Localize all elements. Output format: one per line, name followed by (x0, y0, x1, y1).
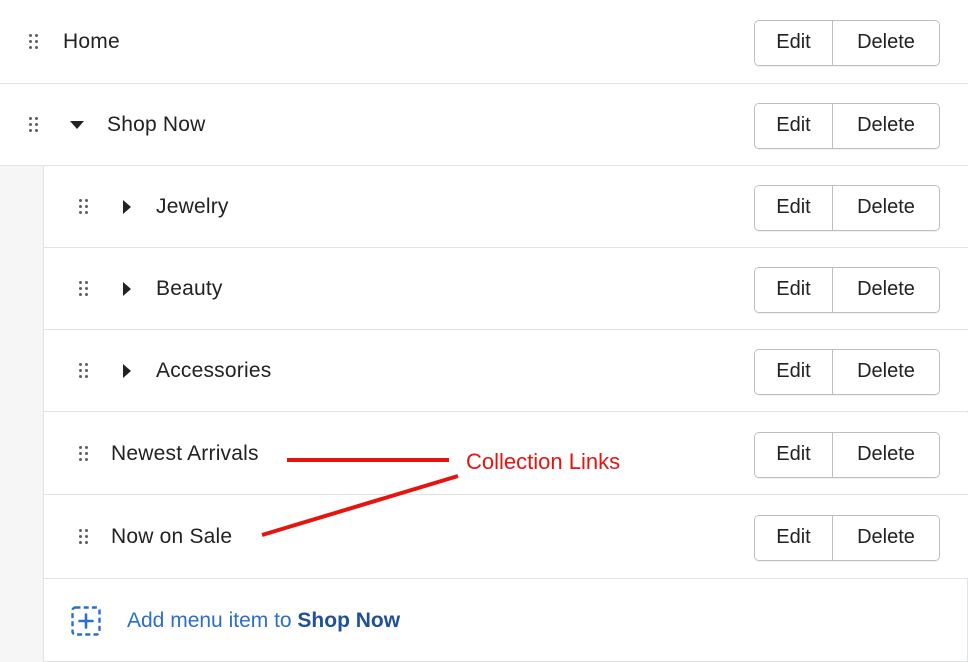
delete-button[interactable]: Delete (833, 103, 939, 148)
menu-item-now-on-sale: Now on Sale Edit Delete (44, 495, 968, 579)
delete-button[interactable]: Delete (833, 185, 939, 230)
edit-button[interactable]: Edit (755, 267, 833, 312)
caret-right-icon[interactable] (120, 363, 134, 378)
edit-button[interactable]: Edit (755, 20, 833, 65)
add-menu-item-prefix: Add menu item to (127, 609, 298, 632)
item-actions: Edit Delete (754, 102, 940, 149)
drag-handle-icon[interactable] (79, 280, 89, 297)
menu-item-label: Now on Sale (111, 524, 233, 548)
drag-handle-icon[interactable] (29, 33, 39, 50)
menu-item-label: Accessories (156, 358, 272, 382)
menu-item-accessories: Accessories Edit Delete (44, 330, 968, 412)
drag-handle-icon[interactable] (79, 198, 89, 215)
delete-button[interactable]: Delete (833, 20, 939, 65)
edit-button[interactable]: Edit (755, 103, 833, 148)
item-actions: Edit Delete (754, 19, 940, 66)
edit-button[interactable]: Edit (755, 349, 833, 394)
item-actions: Edit Delete (754, 184, 940, 231)
caret-down-icon[interactable] (70, 118, 84, 132)
annotation-label: Collection Links (466, 449, 621, 474)
menu-item-label: Beauty (156, 276, 223, 300)
drag-handle-icon[interactable] (79, 445, 89, 462)
item-actions: Edit Delete (754, 514, 940, 561)
item-actions: Edit Delete (754, 348, 940, 395)
delete-button[interactable]: Delete (833, 515, 939, 560)
delete-button[interactable]: Delete (833, 267, 939, 312)
add-menu-item-row[interactable]: Add menu item to Shop Now (44, 580, 968, 662)
drag-handle-icon[interactable] (79, 528, 89, 545)
delete-button[interactable]: Delete (833, 432, 939, 477)
menu-item-label: Jewelry (156, 194, 229, 218)
menu-item-jewelry: Jewelry Edit Delete (44, 166, 968, 248)
caret-right-icon[interactable] (120, 199, 134, 214)
add-menu-item-link[interactable]: Add menu item to Shop Now (127, 609, 400, 633)
menu-item-beauty: Beauty Edit Delete (44, 248, 968, 330)
edit-button[interactable]: Edit (755, 185, 833, 230)
menu-item-label: Newest Arrivals (111, 441, 259, 465)
add-menu-item-target: Shop Now (297, 609, 401, 632)
menu-item-label: Shop Now (107, 112, 206, 136)
item-actions: Edit Delete (754, 431, 940, 478)
nested-indent-bar (0, 166, 44, 662)
menu-item-home: Home Edit Delete (0, 0, 968, 84)
add-square-icon[interactable] (71, 606, 101, 636)
item-actions: Edit Delete (754, 266, 940, 313)
menu-item-label: Home (63, 29, 120, 53)
drag-handle-icon[interactable] (79, 362, 89, 379)
edit-button[interactable]: Edit (755, 432, 833, 477)
edit-button[interactable]: Edit (755, 515, 833, 560)
delete-button[interactable]: Delete (833, 349, 939, 394)
caret-right-icon[interactable] (120, 281, 134, 296)
drag-handle-icon[interactable] (29, 116, 39, 133)
menu-item-shop-now: Shop Now Edit Delete (0, 84, 968, 166)
